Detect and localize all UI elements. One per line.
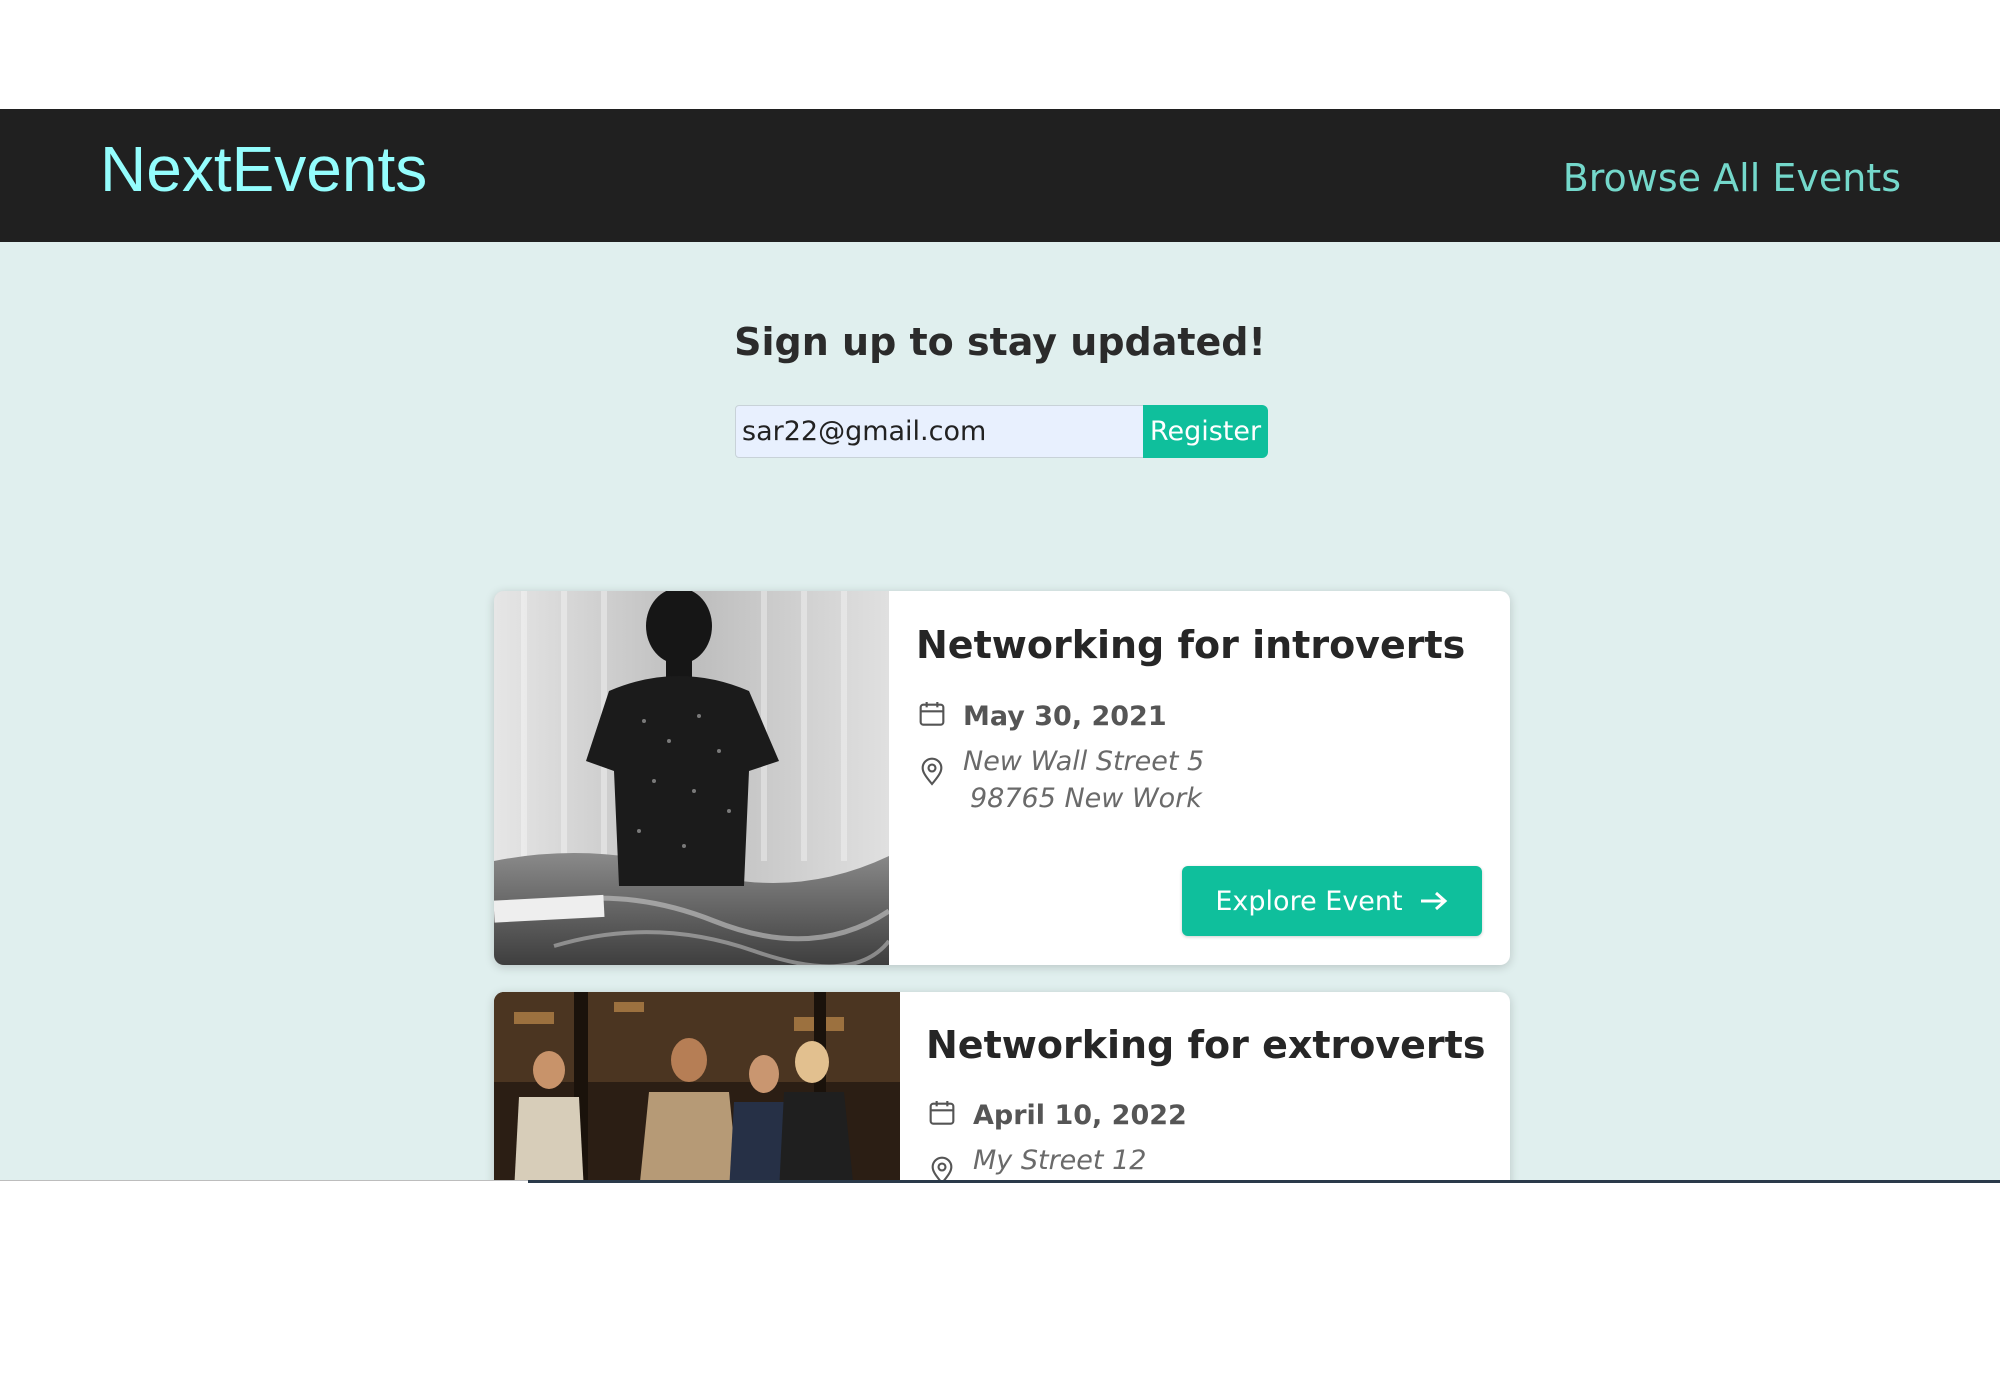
explore-event-button[interactable]: Explore Event — [1182, 866, 1482, 936]
email-input[interactable] — [735, 405, 1148, 458]
event-photo — [494, 591, 889, 965]
browse-all-events-link[interactable]: Browse All Events — [1563, 159, 1901, 197]
event-address-line1: My Street 12 — [973, 1145, 1147, 1176]
calendar-icon — [929, 1101, 955, 1125]
arrow-right-icon — [1420, 891, 1447, 911]
horizontal-scrollbar[interactable] — [528, 1180, 2000, 1183]
logo[interactable]: NextEvents — [100, 137, 427, 201]
main-header: NextEvents Browse All Events — [0, 109, 2000, 242]
event-address-line2: 98765 New Work — [970, 783, 1202, 814]
map-pin-icon — [931, 1156, 953, 1181]
event-image — [494, 992, 900, 1181]
map-pin-icon — [921, 757, 943, 786]
event-title: Networking for introverts — [916, 623, 1466, 667]
event-card: Networking for introverts May 30, 2021 N… — [494, 591, 1510, 965]
register-button[interactable]: Register — [1143, 405, 1268, 458]
signup-title: Sign up to stay updated! — [734, 320, 1266, 364]
event-title: Networking for extroverts — [926, 1023, 1486, 1067]
event-address-line1: New Wall Street 5 — [963, 746, 1205, 777]
page-viewport: NextEvents Browse All Events Sign up to … — [0, 109, 2000, 1181]
event-photo — [494, 992, 900, 1181]
event-date: April 10, 2022 — [973, 1100, 1187, 1131]
calendar-icon — [919, 702, 945, 726]
explore-event-label: Explore Event — [1215, 885, 1403, 917]
event-date: May 30, 2021 — [963, 701, 1167, 732]
event-image — [494, 591, 889, 965]
event-card: Networking for extroverts April 10, 2022… — [494, 992, 1510, 1181]
divider — [0, 1180, 528, 1181]
